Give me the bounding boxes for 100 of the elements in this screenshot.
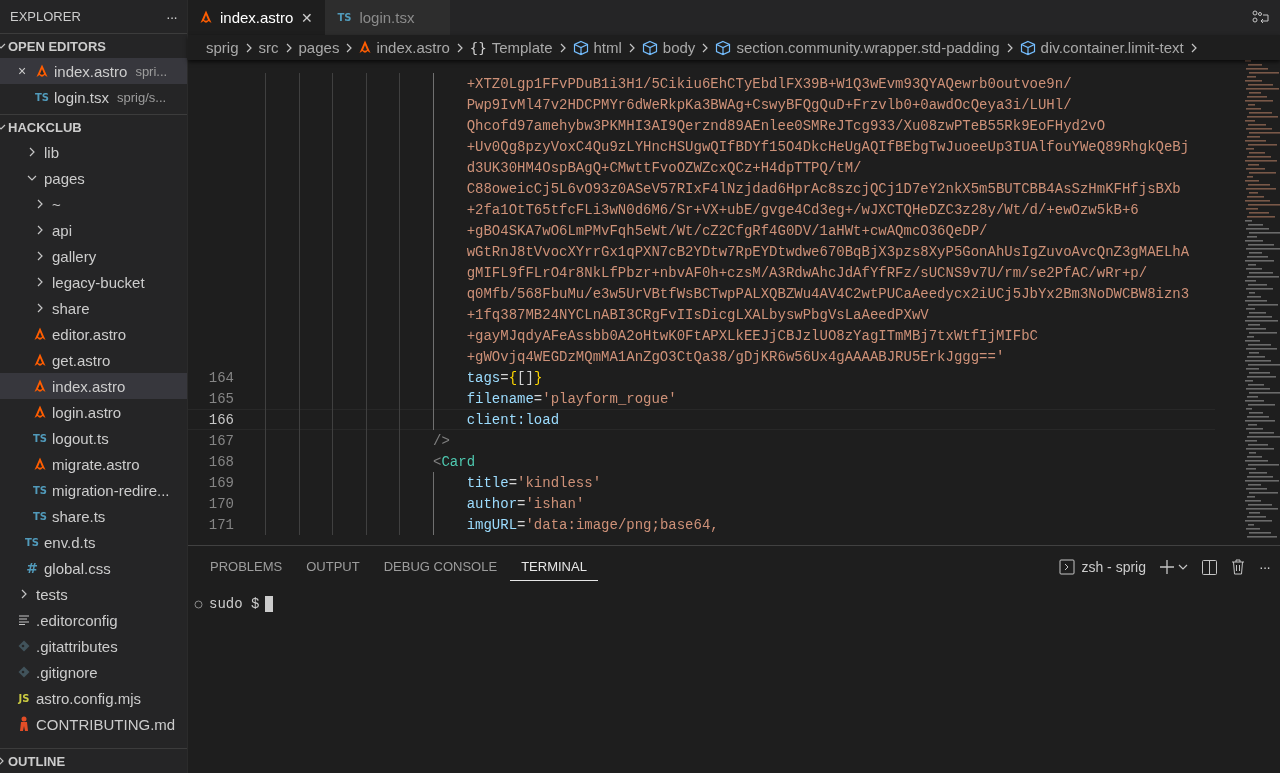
file-item[interactable]: TS migration-redire... bbox=[0, 477, 187, 503]
open-editor-item[interactable]: × index.astro spri... bbox=[0, 58, 187, 84]
breadcrumb[interactable]: section.community.wrapper.std-padding bbox=[715, 39, 1000, 56]
trash-icon[interactable] bbox=[1231, 559, 1245, 575]
close-icon[interactable]: ✕ bbox=[301, 9, 314, 26]
folder-item[interactable]: gallery bbox=[0, 243, 187, 269]
code-line: +XTZ0Lgp1FFvPDuB1i3H1/5Cikiu6EhCTyEbdlFX39B+W1Q3wEvm93QYAQewrb0outvoe9n/ bbox=[265, 75, 1072, 92]
file-item[interactable]: TS env.d.ts bbox=[0, 529, 187, 555]
ts-icon: TS bbox=[33, 510, 47, 522]
file-item[interactable]: migrate.astro bbox=[0, 451, 187, 477]
more-button[interactable]: ··· bbox=[1259, 559, 1270, 575]
ts-icon: TS bbox=[25, 536, 39, 548]
cube-icon bbox=[572, 39, 589, 56]
code-line: author='ishan' bbox=[265, 495, 585, 512]
figure-icon bbox=[19, 716, 29, 732]
folder-item[interactable]: legacy-bucket bbox=[0, 269, 187, 295]
chevron-icon bbox=[35, 251, 45, 261]
folder-item[interactable]: tests bbox=[0, 581, 187, 607]
folder-item[interactable]: lib bbox=[0, 139, 187, 165]
code-line: client:load bbox=[265, 411, 560, 428]
split-icon[interactable] bbox=[1202, 559, 1217, 575]
ts-icon: TS bbox=[337, 12, 352, 23]
open-editor-item[interactable]: TS login.tsx sprig/s... bbox=[0, 84, 187, 110]
plus-icon[interactable] bbox=[1160, 560, 1174, 574]
flame-icon bbox=[34, 378, 46, 394]
flame-icon bbox=[200, 10, 212, 25]
breadcrumb[interactable]: {} Template bbox=[469, 39, 553, 56]
breadcrumb[interactable]: index.astro bbox=[359, 39, 450, 56]
file-item[interactable]: TS share.ts bbox=[0, 503, 187, 529]
panel-tab[interactable]: PROBLEMS bbox=[199, 553, 294, 581]
code-line: +gayMJqdyAFeAssbb0A2oHtwK0FtAPXLkEEJjCBJzlUO8zYagITmMBj7txWtfIjMIFbC bbox=[265, 327, 1038, 344]
code-line: <Card bbox=[265, 453, 476, 470]
cube-icon bbox=[1019, 39, 1036, 56]
code-line: d3UK30HM4OspBAgQ+CMwttFvoOZWZcxQCz+H4dpTTPQ/tM/ bbox=[265, 159, 862, 176]
editor-tab[interactable]: index.astro ✕ bbox=[188, 0, 326, 35]
diamond-icon bbox=[18, 666, 30, 678]
breadcrumb[interactable]: div.container.limit-text bbox=[1019, 39, 1184, 56]
folder-item[interactable]: share bbox=[0, 295, 187, 321]
file-item[interactable]: JS astro.config.mjs bbox=[0, 685, 187, 711]
line-number: 166 bbox=[207, 411, 235, 428]
line-number: 171 bbox=[207, 516, 235, 533]
code-line: +1fq387MB24NYCLnABI3CRgFvIIsDicgLXALbyswPbgVsLaAeedPXwV bbox=[265, 306, 929, 323]
ts-icon: TS bbox=[33, 432, 47, 444]
panel-tab[interactable]: DEBUG CONSOLE bbox=[372, 553, 509, 581]
code-line: filename='playform_rogue' bbox=[265, 390, 677, 407]
code-line: +gWOvjq4WEGDzMQmMA1AnZgO3CtQa38/gDjKR6w56Ux4gAAAABJRU5ErkJggg==' bbox=[265, 348, 1005, 365]
chevron-icon bbox=[27, 147, 37, 157]
breadcrumb[interactable]: src bbox=[258, 39, 279, 56]
line-number: 169 bbox=[207, 474, 235, 491]
code-line: Qhcofd97amehybw3PKMHI3AI9Qerznd89AEnlee0SMReJTcg933/Xu08zwPTeB55Rk9EoFHyd2vO bbox=[265, 117, 1106, 134]
chevron-icon bbox=[35, 199, 45, 209]
breadcrumb[interactable]: pages bbox=[298, 39, 340, 56]
file-item[interactable]: get.astro bbox=[0, 347, 187, 373]
file-item[interactable]: login.astro bbox=[0, 399, 187, 425]
explorer-title: EXPLORER bbox=[10, 9, 81, 24]
flame-icon bbox=[34, 404, 46, 420]
breadcrumb[interactable]: sprig bbox=[206, 39, 239, 56]
section-header[interactable]: HACKCLUB bbox=[0, 114, 187, 139]
terminal-prompt: sudo $ bbox=[209, 596, 260, 612]
line-number: 165 bbox=[207, 390, 235, 407]
word-wrap-icon[interactable] bbox=[1252, 9, 1270, 26]
breadcrumb[interactable]: body bbox=[641, 39, 696, 56]
file-item[interactable]: .gitignore bbox=[0, 659, 187, 685]
flame-icon bbox=[359, 40, 372, 55]
line-number: 167 bbox=[207, 432, 235, 449]
terminal-selector[interactable]: zsh - sprig bbox=[1059, 559, 1146, 575]
code-line: +Uv0Qg8pzyVoxC4Qu9zLYHncHSUgwQIfBDYf15O4DkcHeUgAQIfBEbgTwJuoeeUp3IUAlfouYWeQ89RhgkQeBj bbox=[265, 138, 1190, 155]
close-icon[interactable]: × bbox=[17, 63, 27, 79]
chevron-icon bbox=[27, 173, 37, 183]
flame-icon bbox=[34, 326, 46, 342]
breadcrumb[interactable]: html bbox=[572, 39, 622, 56]
folder-item[interactable]: api bbox=[0, 217, 187, 243]
more-button[interactable]: ··· bbox=[166, 8, 177, 25]
chevron-icon bbox=[35, 303, 45, 313]
file-item[interactable]: .gitattributes bbox=[0, 633, 187, 659]
line-number: 168 bbox=[207, 453, 235, 470]
file-item[interactable]: editor.astro bbox=[0, 321, 187, 347]
folder-item[interactable]: ~ bbox=[0, 191, 187, 217]
code-line: q0Mfb/568FbuMu/e3w5UrVBtfWsBCTwpPALXQBZWu4AV4C2wtPUCaAeedycx2iUCj5JbYx2Bm3NoDWCBW8izn3 bbox=[265, 285, 1190, 302]
flame-icon bbox=[36, 63, 48, 79]
file-item[interactable]: TS logout.ts bbox=[0, 425, 187, 451]
file-item[interactable]: # global.css bbox=[0, 555, 187, 581]
file-item[interactable]: index.astro bbox=[0, 373, 187, 399]
chevron-icon bbox=[35, 225, 45, 235]
code-line: gMIFL9fFLrO4r8NkLfPbzr+nbvAF0h+czsM/A3RdwAhcJdAfYfRFz/sUCNS9v7U/rm/se2PfAC/wRr+p/ bbox=[265, 264, 1148, 281]
code-line: +2fa1OtT65tfcFLi3wN0d6M6/Sr+VX+ubE/gvge4Cd3eg+/wJXCTQHeDZC3z28y/Wt/d/+ewOzw5kB+6 bbox=[265, 201, 1139, 218]
editor-tab[interactable]: TS login.tsx bbox=[325, 0, 451, 35]
chevron-icon[interactable] bbox=[1178, 562, 1188, 572]
file-item[interactable]: CONTRIBUTING.md bbox=[0, 711, 187, 737]
folder-item[interactable]: pages bbox=[0, 165, 187, 191]
ts-icon: TS bbox=[33, 484, 47, 496]
section-header[interactable]: OUTLINE bbox=[0, 748, 187, 773]
line-number: 164 bbox=[207, 369, 235, 386]
code-line: Pwp9IvMl47v2HDCPMYr6dWeRkpKa3BWAg+CswyBFQgQuD+Frzvlb0+0awdOcQeya3i/LUHl/ bbox=[265, 96, 1072, 113]
file-item[interactable]: .editorconfig bbox=[0, 607, 187, 633]
diamond-icon bbox=[18, 640, 30, 652]
terminal-icon bbox=[1059, 559, 1076, 575]
cube-icon bbox=[641, 39, 658, 56]
panel-tab[interactable]: TERMINAL bbox=[510, 553, 598, 581]
panel-tab[interactable]: OUTPUT bbox=[295, 553, 371, 581]
